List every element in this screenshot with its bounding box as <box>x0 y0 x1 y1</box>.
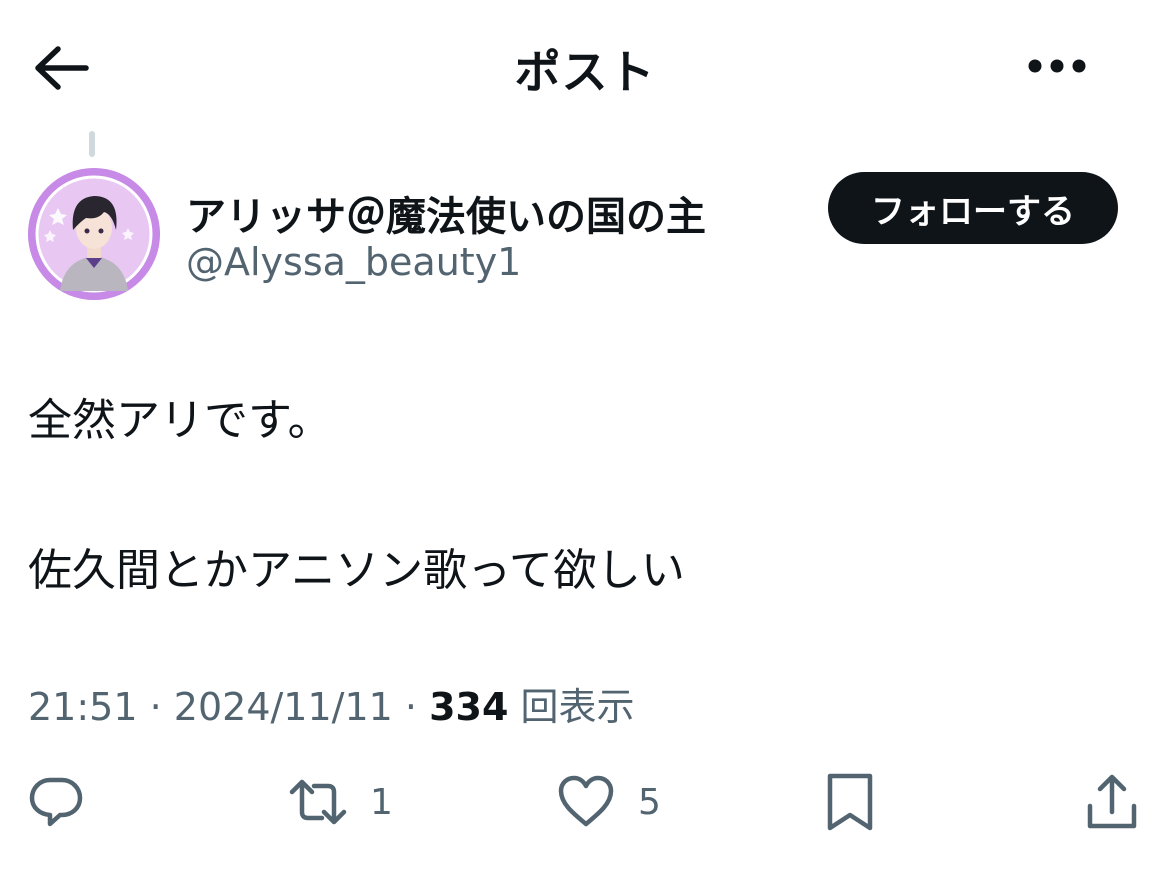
share-button[interactable] <box>1082 770 1142 834</box>
thread-connector-line <box>89 131 95 157</box>
retweet-icon <box>289 779 347 825</box>
tweet-text-line-1: 全然アリです。 <box>28 395 332 446</box>
retweet-button[interactable]: 1 <box>288 770 393 834</box>
meta-separator: · <box>404 685 418 729</box>
tweet-text-line-2: 佐久間とかアニソン歌って欲しい <box>28 545 685 596</box>
retweet-count: 1 <box>370 781 393 823</box>
avatar[interactable] <box>28 168 160 300</box>
post-page: ポスト アリッサ＠魔法使いの国の主 @Alyssa_beauty1 フォローする… <box>0 0 1170 869</box>
tweet-meta: 21:51 · 2024/11/11 · 334 回表示 <box>28 676 635 731</box>
views-label[interactable]: 回表示 <box>521 685 635 729</box>
more-dots-icon <box>1028 59 1086 73</box>
author-display-name[interactable]: アリッサ＠魔法使いの国の主 <box>186 184 706 242</box>
share-icon <box>1087 774 1137 829</box>
follow-button[interactable]: フォローする <box>828 172 1118 244</box>
more-button[interactable] <box>1022 46 1092 86</box>
like-button[interactable]: 5 <box>556 770 661 834</box>
bookmark-icon <box>827 773 873 831</box>
bookmark-button[interactable] <box>820 770 880 834</box>
avatar-image <box>28 168 160 300</box>
author-handle[interactable]: @Alyssa_beauty1 <box>186 240 521 284</box>
like-count: 5 <box>638 781 661 823</box>
page-title: ポスト <box>514 45 656 99</box>
tweet-time: 21:51 <box>28 685 138 729</box>
reply-button[interactable] <box>26 770 86 834</box>
top-bar: ポスト <box>0 0 1170 132</box>
tweet-date: 2024/11/11 <box>173 685 393 729</box>
views-count[interactable]: 334 <box>429 685 508 729</box>
meta-separator: · <box>149 685 162 729</box>
heart-icon <box>558 775 614 827</box>
reply-icon <box>29 777 83 827</box>
